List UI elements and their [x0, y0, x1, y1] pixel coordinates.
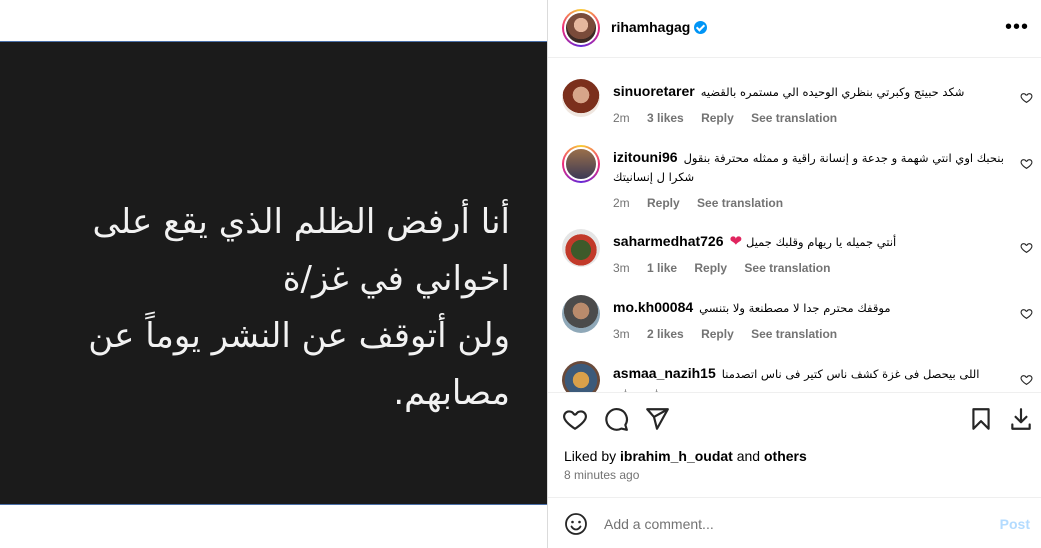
see-translation-button[interactable]: See translation [751, 327, 837, 341]
liked-by-others-link[interactable]: others [764, 448, 807, 464]
reply-button[interactable]: Reply [694, 261, 727, 275]
post-comment-button[interactable]: Post [1000, 516, 1030, 532]
post-image-line: اخواني في غز/ة [282, 259, 510, 299]
comment-time[interactable]: 3m [613, 327, 630, 341]
commenter-username[interactable]: mo.kh00084 [613, 299, 693, 315]
author-username[interactable]: rihamhagag [611, 19, 708, 35]
comment-text: شكد حبيتج وكبرتي بنظري الوحيده الي مستمر… [700, 85, 965, 99]
post-image-line: مصابهم. [393, 373, 510, 413]
liked-by-user-link[interactable]: ibrahim_h_oudat [620, 448, 733, 464]
commenter-avatar[interactable] [562, 145, 600, 183]
comment-text: أنتي جميله يا ريهام وقلبك جميل [745, 235, 897, 249]
commenter-avatar[interactable] [562, 361, 600, 392]
post-actions-bar [548, 392, 1041, 442]
comment-time[interactable]: 2m [613, 111, 630, 125]
share-send-icon[interactable] [644, 406, 670, 432]
reply-button[interactable]: Reply [701, 111, 734, 125]
commenter-avatar[interactable] [562, 295, 600, 333]
commenter-avatar[interactable] [562, 229, 600, 267]
like-comment-heart-icon[interactable] [1020, 157, 1033, 170]
commenter-username[interactable]: saharmedhat726 [613, 233, 724, 249]
reply-button[interactable]: Reply [647, 196, 680, 210]
more-options-icon[interactable]: ••• [1005, 17, 1029, 37]
like-comment-heart-icon[interactable] [1020, 307, 1033, 320]
comment-likes-count[interactable]: 3 likes [647, 111, 684, 125]
comment-likes-count[interactable]: 2 likes [647, 327, 684, 341]
verified-badge-icon [694, 21, 708, 34]
liked-by-prefix: Liked by [564, 448, 617, 464]
commenter-username[interactable]: sinuoretarer [613, 83, 695, 99]
comment-bubble-icon[interactable] [603, 406, 629, 432]
comment-text: موقفك محترم جدا لا مصطنعة ولا بتنسي [699, 301, 891, 315]
post-image[interactable]: أنا أرفض الظلم الذي يقع على اخواني في غز… [0, 41, 547, 505]
save-bookmark-icon[interactable] [968, 406, 994, 432]
post-image-text: أنا أرفض الظلم الذي يقع على اخواني في غز… [30, 194, 510, 422]
red-heart-emoji-icon: ❤ [729, 233, 743, 250]
author-avatar[interactable] [562, 9, 600, 47]
like-heart-icon[interactable] [562, 406, 588, 432]
emoji-picker-icon[interactable] [564, 512, 588, 536]
post-timestamp[interactable]: 8 minutes ago [564, 468, 639, 482]
add-comment-bar: Post [548, 497, 1041, 548]
liked-by-line: Liked by ibrahim_h_oudat and others [564, 448, 807, 464]
reply-button[interactable]: Reply [701, 327, 734, 341]
like-comment-heart-icon[interactable] [1020, 91, 1033, 104]
author-username-text[interactable]: rihamhagag [611, 19, 690, 35]
see-translation-button[interactable]: See translation [697, 196, 783, 210]
post-header: rihamhagag ••• [548, 0, 1041, 58]
liked-by-and: and [736, 448, 761, 464]
see-translation-button[interactable]: See translation [751, 111, 837, 125]
commenter-username[interactable]: asmaa_nazih15 [613, 365, 716, 381]
post-image-line: ولن أتوقف عن النشر يوماً عن [88, 316, 510, 356]
post-media-panel: أنا أرفض الظلم الذي يقع على اخواني في غز… [0, 0, 547, 548]
comment-time[interactable]: 2m [613, 196, 630, 210]
like-comment-heart-icon[interactable] [1020, 241, 1033, 254]
see-translation-button[interactable]: See translation [744, 261, 830, 275]
commenter-username[interactable]: izitouni96 [613, 149, 678, 165]
commenter-avatar[interactable] [562, 79, 600, 117]
comment-likes-count[interactable]: 1 like [647, 261, 677, 275]
add-comment-input[interactable] [604, 512, 984, 536]
like-comment-heart-icon[interactable] [1020, 373, 1033, 386]
download-icon[interactable] [1008, 406, 1034, 432]
comments-list[interactable]: sinuoretarer شكد حبيتج وكبرتي بنظري الوحي… [548, 59, 1041, 392]
post-details-panel: rihamhagag ••• sinuoretarer شكد حبيتج وكب… [548, 0, 1041, 548]
comment-time[interactable]: 3m [613, 261, 630, 275]
post-image-line: أنا أرفض الظلم الذي يقع على [92, 202, 510, 242]
